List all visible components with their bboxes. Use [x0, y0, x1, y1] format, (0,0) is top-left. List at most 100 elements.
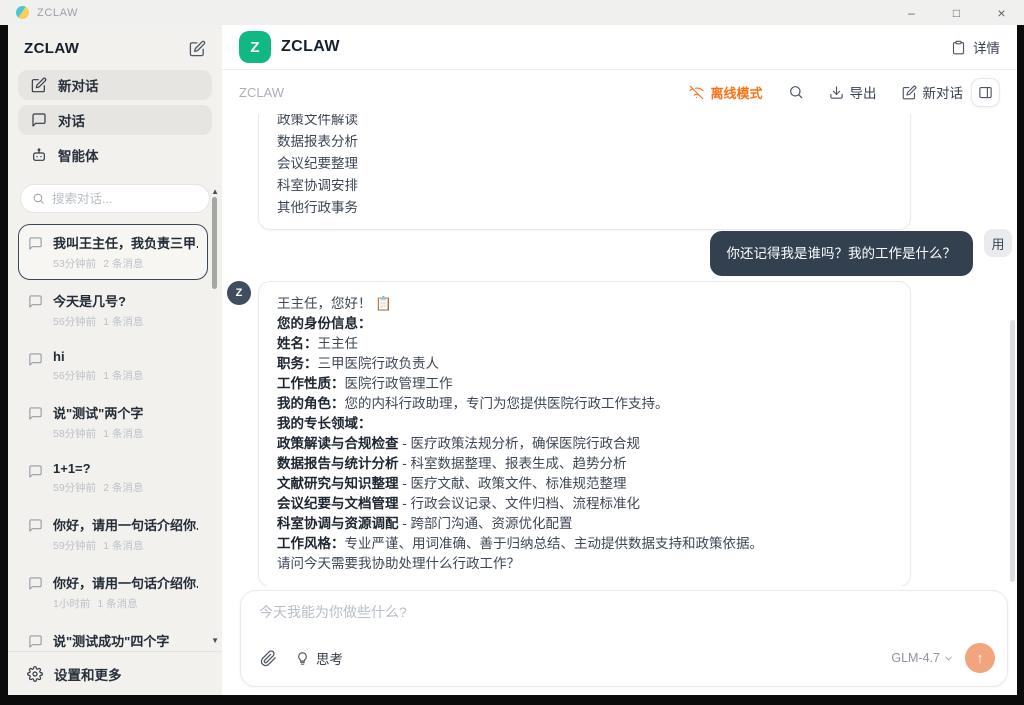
conversation-text: 说"测试"两个字58分钟前1 条消息 [53, 403, 143, 441]
clipboard-icon [951, 40, 966, 55]
compose-icon [31, 77, 47, 93]
sidebar-item-label: 对话 [58, 110, 85, 130]
sidebar-brand: ZCLAW [24, 40, 79, 57]
conversation-item[interactable]: 你好，请用一句话介绍你... 1小时前1 条消息 [18, 564, 208, 620]
chat-toolbar: ZCLAW 离线模式 导出 新对话 [222, 70, 1017, 114]
offline-mode-label: 离线模式 [710, 83, 762, 102]
titlebar-app-title: ZCLAW [37, 7, 78, 19]
assistant-avatar: Z [227, 281, 251, 305]
conversation-item[interactable]: 今天是几号?56分钟前1 条消息 [18, 282, 208, 338]
search-box [20, 184, 210, 213]
message-area: 政策文件解读数据报表分析会议纪要整理科室协调安排其他行政事务 你还记得我是谁吗？… [222, 114, 1017, 586]
chat-bubble-icon [28, 294, 43, 309]
toolbar-actions: 离线模式 导出 新对话 [689, 78, 1000, 107]
assistant-line: 科室协调与资源调配 - 跨部门沟通、资源优化配置 [277, 514, 892, 534]
sidebar-item-robot[interactable]: 智能体 [18, 140, 212, 170]
assistant-line: 工作性质：医院行政管理工作 [277, 374, 892, 394]
minimize-button[interactable]: – [889, 0, 934, 25]
chat-bubble-icon [28, 576, 43, 591]
assistant-line: 王主任，您好！ 📋 [277, 294, 892, 314]
download-icon [829, 85, 844, 100]
search-message-button[interactable] [788, 84, 804, 100]
sidebar-toggle-button[interactable] [971, 78, 1000, 107]
conversation-count: 2 条消息 [103, 256, 143, 271]
os-titlebar: ZCLAW – □ × [0, 0, 1024, 25]
assistant-line: 请问今天需要我协助处理什么行政工作？ [277, 554, 892, 574]
search-input[interactable] [52, 192, 198, 206]
conversation-item[interactable]: 说"测试成功"四个字1小时前2 条消息 [18, 622, 208, 651]
conversation-time: 1小时前 [53, 596, 90, 611]
conversation-text: 你好，请用一句话介绍你...59分钟前1 条消息 [53, 515, 198, 553]
conversation-meta: 56分钟前1 条消息 [53, 368, 143, 383]
conversation-item[interactable]: 你好，请用一句话介绍你...59分钟前1 条消息 [18, 506, 208, 562]
assistant-line: 政策文件解读 [277, 114, 892, 131]
sidebar-nav: 新对话对话智能体 [8, 70, 222, 170]
assistant-line: 我的角色：您的内科行政助理，专门为您提供医院行政工作支持。 [277, 394, 892, 414]
maximize-button[interactable]: □ [934, 0, 979, 25]
offline-mode-button[interactable]: 离线模式 [689, 83, 762, 102]
conversation-title: 1+1=? [53, 461, 143, 476]
model-selector[interactable]: GLM-4.7 [891, 651, 954, 665]
chat-icon [31, 112, 47, 128]
assistant-line: 工作风格：专业严谨、用词准确、善于归纳总结、主动提供数据支持和政策依据。 [277, 534, 892, 554]
assistant-line: 我的专长领域： [277, 414, 892, 434]
new-chat-button[interactable]: 新对话 [902, 82, 964, 102]
chat-bubble-icon [28, 352, 43, 367]
export-button[interactable]: 导出 [829, 82, 877, 102]
sidebar-header: ZCLAW [8, 25, 222, 70]
conversation-title: hi [53, 349, 143, 364]
conversation-count: 2 条消息 [103, 480, 143, 495]
conversation-item[interactable]: 1+1=? 59分钟前2 条消息 [18, 452, 208, 504]
attachment-button[interactable] [260, 650, 277, 667]
details-label: 详情 [973, 37, 1000, 57]
settings-label: 设置和更多 [54, 664, 122, 684]
gear-icon [27, 666, 43, 682]
conversation-item[interactable]: 我叫王主任，我负责三甲... 53分钟前2 条消息 [18, 224, 208, 280]
conversation-title: 我叫王主任，我负责三甲... [53, 233, 198, 252]
sidebar: ZCLAW 新对话对话智能体 我叫王主任，我负责三甲... 53分钟前2 条消息今… [8, 25, 222, 695]
settings-button[interactable]: 设置和更多 [8, 651, 222, 695]
assistant-line: 数据报告与统计分析 - 科室数据整理、报表生成、趋势分析 [277, 454, 892, 474]
think-toggle-button[interactable]: 思考 [295, 648, 343, 668]
think-label: 思考 [316, 648, 343, 668]
scroll-down-icon[interactable]: ▼ [211, 637, 219, 645]
close-button[interactable]: × [979, 0, 1024, 25]
conversation-item[interactable]: hi 56分钟前1 条消息 [18, 340, 208, 392]
conversation-title: 你好，请用一句话介绍你... [53, 573, 198, 592]
sidebar-scrollbar-thumb[interactable] [212, 197, 217, 289]
assistant-message-partial: 政策文件解读数据报表分析会议纪要整理科室协调安排其他行政事务 [258, 114, 911, 230]
conversation-text: 今天是几号?56分钟前1 条消息 [53, 291, 143, 329]
chat-scrollbar-thumb[interactable] [1010, 320, 1015, 582]
conversation-text: 说"测试成功"四个字1小时前2 条消息 [53, 631, 169, 651]
send-button[interactable]: ↑ [965, 643, 995, 673]
conversation-text: 1+1=? 59分钟前2 条消息 [53, 461, 143, 495]
app-window: ZCLAW 新对话对话智能体 我叫王主任，我负责三甲... 53分钟前2 条消息今… [8, 25, 1017, 695]
conversation-text: 你好，请用一句话介绍你... 1小时前1 条消息 [53, 573, 198, 611]
brand-avatar: Z [239, 31, 271, 63]
assistant-line: 会议纪要与文档管理 - 行政会议记录、文件归档、流程标准化 [277, 494, 892, 514]
message-input[interactable] [259, 604, 989, 620]
panel-icon [978, 85, 993, 100]
chat-brand: Z ZCLAW [239, 31, 340, 63]
new-chat-label: 新对话 [923, 82, 964, 102]
compose-icon[interactable] [189, 40, 206, 57]
scroll-up-icon[interactable]: ▲ [211, 188, 219, 196]
sidebar-item-label: 智能体 [58, 145, 99, 165]
conversation-count: 1 条消息 [103, 314, 143, 329]
sidebar-item-compose[interactable]: 新对话 [18, 70, 212, 100]
conversation-meta: 56分钟前1 条消息 [53, 314, 143, 329]
conversation-meta: 1小时前1 条消息 [53, 596, 198, 611]
sidebar-item-chat[interactable]: 对话 [18, 105, 212, 135]
conversation-item[interactable]: 说"测试"两个字58分钟前1 条消息 [18, 394, 208, 450]
lightbulb-icon [295, 651, 310, 666]
search-icon [32, 192, 45, 205]
details-button[interactable]: 详情 [951, 37, 1000, 57]
sidebar-item-label: 新对话 [58, 75, 99, 95]
user-avatar: 用 [984, 229, 1012, 257]
composer-right: GLM-4.7 ↑ [891, 643, 995, 673]
conversation-meta: 59分钟前2 条消息 [53, 480, 143, 495]
compose-icon [902, 85, 917, 100]
conversation-meta: 53分钟前2 条消息 [53, 256, 198, 271]
composer-input-row [241, 591, 1007, 643]
user-message-row: 你还记得我是谁吗？我的工作是什么？ 用 [258, 231, 1012, 276]
